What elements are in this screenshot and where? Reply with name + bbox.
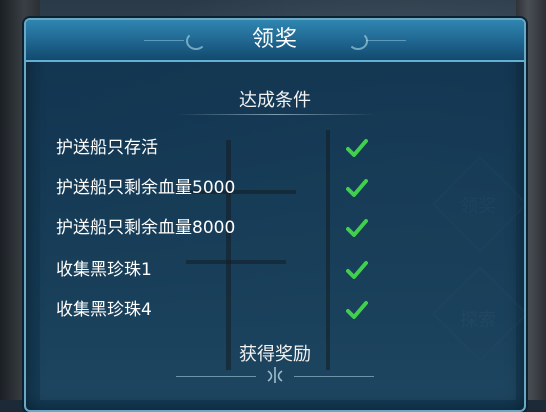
check-icon: [346, 179, 368, 197]
condition-label: 护送船只剩余血量5000: [56, 178, 236, 198]
check-icon: [346, 261, 368, 279]
rewards-divider-left: [176, 376, 256, 377]
check-icon: [346, 219, 368, 237]
condition-label: 收集黑珍珠1: [56, 260, 152, 280]
ship-mast: [226, 140, 231, 370]
dialog-header: 领奖: [26, 20, 524, 62]
conditions-divider: [176, 114, 376, 115]
rewards-divider-right: [294, 376, 374, 377]
ornament-icon: [267, 367, 283, 383]
condition-label: 收集黑珍珠4: [56, 300, 152, 320]
check-icon: [346, 139, 368, 157]
condition-row: 收集黑珍珠4: [56, 298, 376, 322]
check-icon: [346, 301, 368, 319]
dialog-title: 领奖: [251, 27, 298, 52]
condition-label: 护送船只剩余血量8000: [56, 218, 236, 238]
condition-row: 收集黑珍珠1: [56, 258, 376, 282]
condition-label: 护送船只存活: [56, 138, 158, 158]
condition-row: 护送船只剩余血量5000: [56, 176, 376, 200]
ship-mast: [326, 130, 330, 370]
condition-row: 护送船只存活: [56, 136, 376, 160]
conditions-header: 达成条件: [239, 90, 311, 111]
rewards-header: 获得奖励: [239, 344, 311, 365]
reward-dialog: 领奖 达成条件 护送船只存活 护送船只剩余血量5000 护送船只剩余血量8000…: [24, 18, 526, 412]
condition-row: 护送船只剩余血量8000: [56, 216, 376, 240]
